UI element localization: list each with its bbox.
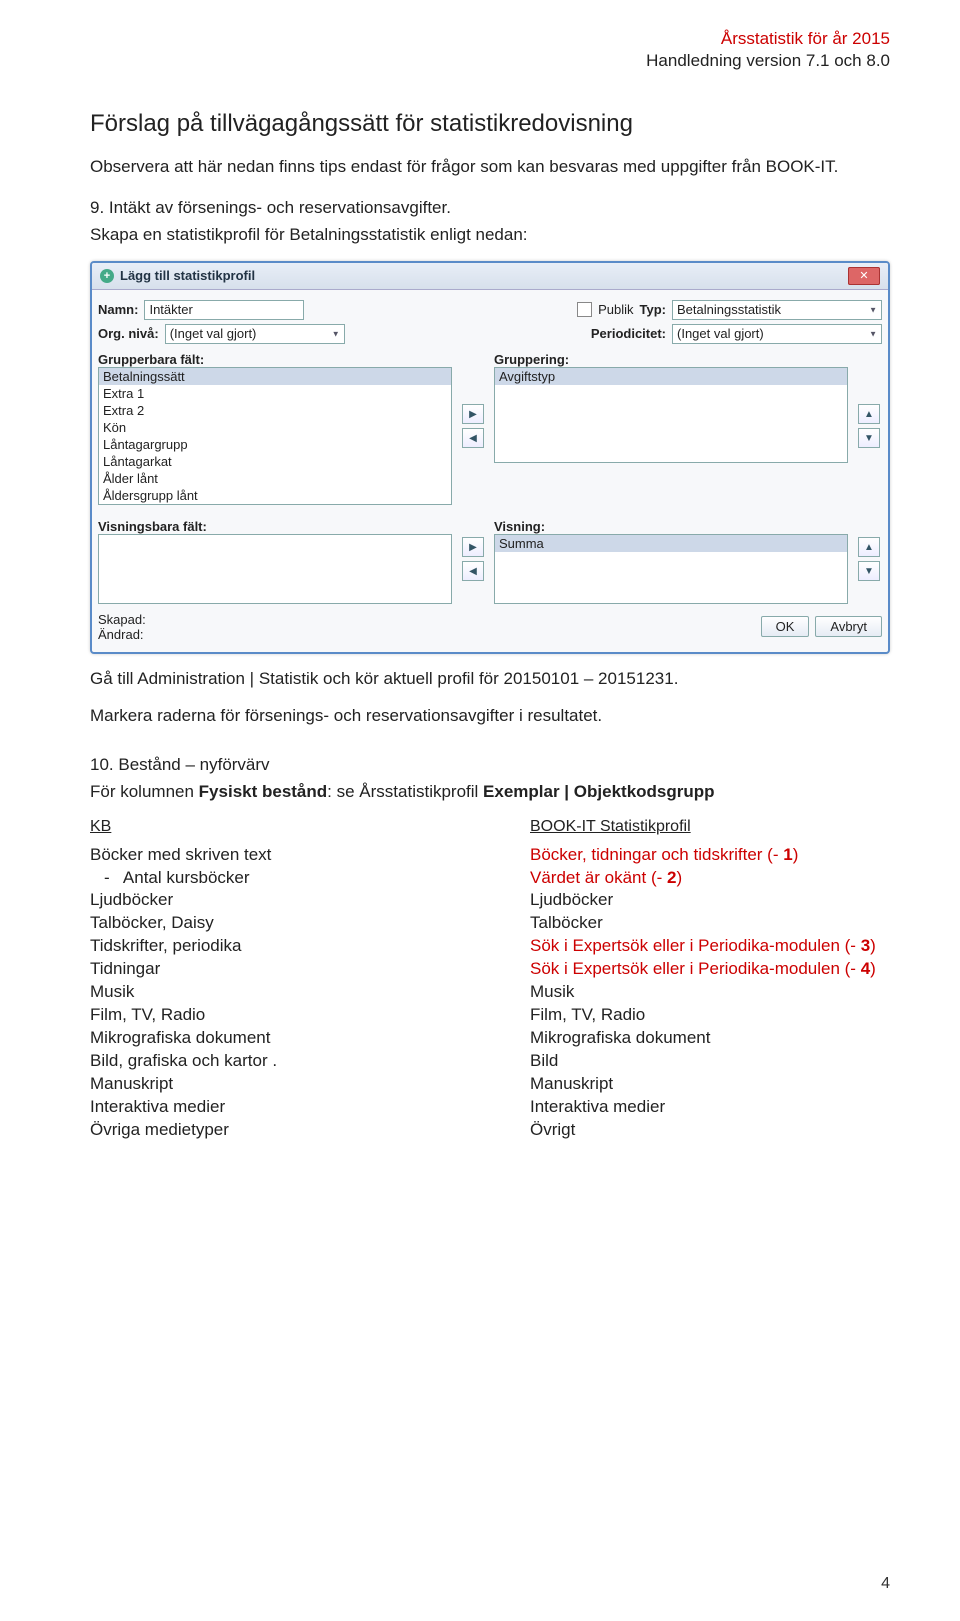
ok-button[interactable]: OK [761,616,810,637]
list-item: Bild, grafiska och kartor . [90,1050,450,1073]
list-item: Talböcker [530,912,890,935]
list-item: Film, TV, Radio [530,1004,890,1027]
publik-checkbox[interactable] [577,302,592,317]
list-item: Böcker med skriven text [90,844,450,867]
visningsbara-label: Visningsbara fält: [98,519,452,534]
page-number: 4 [881,1575,890,1593]
publik-label: Publik [598,302,633,317]
list-item[interactable]: Låntagargrupp [99,436,451,453]
list-item: Manuskript [90,1073,450,1096]
list-item: Ljudböcker [90,889,450,912]
list-item[interactable]: Extra 2 [99,402,451,419]
list-item: Bild [530,1050,890,1073]
list-item[interactable]: Ålder lånt [99,470,451,487]
section-10-sub: För kolumnen Fysiskt bestånd: se Årsstat… [90,781,890,804]
move-up-button[interactable]: ▲ [858,404,880,424]
move-left-button-2[interactable]: ◀ [462,561,484,581]
close-icon[interactable]: ✕ [848,267,880,285]
list-item: Sök i Expertsök eller i Periodika-module… [530,935,890,958]
visningsbara-listbox[interactable] [98,534,452,604]
move-right-button[interactable]: ▶ [462,404,484,424]
move-up-button-2[interactable]: ▲ [858,537,880,557]
list-item: Ljudböcker [530,889,890,912]
move-right-button-2[interactable]: ▶ [462,537,484,557]
periodicitet-label: Periodicitet: [591,326,666,341]
list-item: Tidskrifter, periodika [90,935,450,958]
bookit-column-header: BOOK-IT Statistikprofil [530,818,890,836]
page-title: Förslag på tillvägagångssätt för statist… [90,110,890,138]
gruppering-label: Gruppering: [494,352,848,367]
list-item: Interaktiva medier [90,1096,450,1119]
list-item[interactable]: Avgiftstyp [495,368,847,385]
orgniva-combo[interactable]: (Inget val gjort) [165,324,345,344]
move-left-button[interactable]: ◀ [462,428,484,448]
grupperbara-listbox[interactable]: BetalningssättExtra 1Extra 2KönLåntagarg… [98,367,452,505]
list-item: Musik [530,981,890,1004]
skapad-label: Skapad: [98,612,146,627]
list-item: Antal kursböcker [90,867,450,890]
move-down-button[interactable]: ▼ [858,428,880,448]
add-icon: + [100,269,114,283]
list-item: Böcker, tidningar och tidskrifter (- 1) [530,844,890,867]
list-item: Talböcker, Daisy [90,912,450,935]
section-10-title: 10. Bestånd – nyförvärv [90,754,890,777]
list-item: Manuskript [530,1073,890,1096]
visning-label: Visning: [494,519,848,534]
list-item[interactable]: Extra 1 [99,385,451,402]
section-9-sub: Skapa en statistikprofil för Betalningss… [90,224,890,247]
list-item[interactable]: Summa [495,535,847,552]
list-item: Sök i Expertsök eller i Periodika-module… [530,958,890,981]
namn-label: Namn: [98,302,138,317]
list-item[interactable]: Åldersgrupp lånt [99,487,451,504]
move-down-button-2[interactable]: ▼ [858,561,880,581]
header-line2: Handledning version 7.1 och 8.0 [646,50,890,72]
list-item: Mikrografiska dokument [530,1027,890,1050]
list-item: Tidningar [90,958,450,981]
list-item[interactable]: Betalningssätt [99,368,451,385]
list-item: Mikrografiska dokument [90,1027,450,1050]
list-item[interactable]: Kön [99,419,451,436]
list-item: Film, TV, Radio [90,1004,450,1027]
andrad-label: Ändrad: [98,627,144,642]
visning-listbox[interactable]: Summa [494,534,848,604]
statistikprofil-dialog: + Lägg till statistikprofil ✕ Namn: Intä… [90,261,890,654]
after-dialog-p2: Markera raderna för försenings- och rese… [90,705,890,728]
kb-column-header: KB [90,818,450,836]
list-item: Musik [90,981,450,1004]
list-item: Övriga medietyper [90,1119,450,1142]
dialog-title-text: Lägg till statistikprofil [120,268,255,283]
list-item: Övrigt [530,1119,890,1142]
orgniva-label: Org. nivå: [98,326,159,341]
intro-paragraph: Observera att här nedan finns tips endas… [90,156,890,179]
list-item[interactable]: Låntagarkat [99,453,451,470]
gruppering-listbox[interactable]: Avgiftstyp [494,367,848,463]
grupperbara-label: Grupperbara fält: [98,352,452,367]
section-9-title: 9. Intäkt av försenings- och reservation… [90,197,890,220]
avbryt-button[interactable]: Avbryt [815,616,882,637]
header-line1: Årsstatistik för år 2015 [646,28,890,50]
namn-input[interactable]: Intäkter [144,300,304,320]
typ-combo[interactable]: Betalningsstatistik [672,300,882,320]
periodicitet-combo[interactable]: (Inget val gjort) [672,324,882,344]
kb-bookit-columns: KB Böcker med skriven textAntal kursböck… [90,818,890,1142]
page-header: Årsstatistik för år 2015 Handledning ver… [646,28,890,72]
dialog-titlebar: + Lägg till statistikprofil ✕ [92,263,888,290]
typ-label: Typ: [640,302,666,317]
after-dialog-p1: Gå till Administration | Statistik och k… [90,668,890,691]
list-item: Värdet är okänt (- 2) [530,867,890,890]
list-item: Interaktiva medier [530,1096,890,1119]
